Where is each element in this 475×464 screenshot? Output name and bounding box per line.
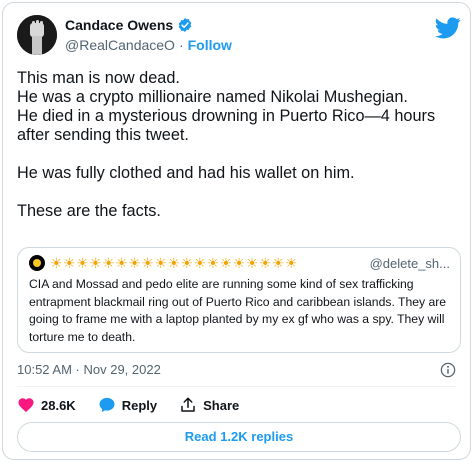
reply-bubble-icon — [99, 397, 115, 413]
tweet-timestamp[interactable]: 10:52 AM · Nov 29, 2022 — [17, 362, 161, 377]
share-button[interactable]: Share — [179, 396, 239, 414]
author-avatar[interactable] — [17, 15, 57, 55]
author-name-row: Candace Owens — [65, 17, 193, 33]
info-icon[interactable] — [440, 362, 456, 378]
author-handle-row: @RealCandaceO · Follow — [65, 37, 232, 53]
share-icon — [181, 397, 195, 412]
follow-button[interactable]: Follow — [188, 37, 232, 53]
reply-label: Reply — [121, 397, 158, 413]
reply-button[interactable]: Reply — [98, 396, 157, 414]
heart-icon — [18, 398, 34, 413]
read-replies-button[interactable]: Read 1.2K replies — [17, 422, 461, 452]
author-handle[interactable]: @RealCandaceO — [65, 37, 175, 53]
twitter-bird-icon[interactable] — [435, 17, 461, 39]
tweet-line-4: He was fully clothed and had his wallet … — [17, 164, 355, 182]
verified-badge-icon — [178, 18, 192, 32]
like-count: 28.6K — [41, 397, 76, 413]
tweet-line-1: This man is now dead. — [17, 69, 180, 87]
tweet-actions: 28.6K Reply Share — [17, 396, 261, 414]
tweet-line-2: He was a crypto millionaire named Nikola… — [17, 88, 408, 106]
tweet-line-3: He died in a mysterious drowning in Puer… — [17, 107, 436, 144]
quoted-tweet[interactable]: ☀☀☀☀☀☀☀☀☀☀☀☀☀☀☀☀☀☀☀ @delete_sh... CIA an… — [17, 247, 461, 353]
share-label: Share — [203, 397, 240, 413]
tweet-body: This man is now dead. He was a crypto mi… — [17, 69, 461, 221]
quoted-author-avatar — [29, 255, 45, 271]
tweet-card: Candace Owens @RealCandaceO · Follow Thi… — [2, 2, 471, 460]
raised-fist-icon — [17, 15, 57, 55]
author-display-name[interactable]: Candace Owens — [65, 17, 173, 33]
quoted-tweet-header: ☀☀☀☀☀☀☀☀☀☀☀☀☀☀☀☀☀☀☀ @delete_sh... — [29, 254, 450, 272]
quoted-author-name: ☀☀☀☀☀☀☀☀☀☀☀☀☀☀☀☀☀☀☀ — [50, 254, 298, 271]
tweet-header: Candace Owens @RealCandaceO · Follow — [17, 15, 461, 57]
quoted-author-handle: @delete_sh... — [369, 255, 450, 271]
divider — [17, 386, 456, 387]
tweet-line-5: These are the facts. — [17, 202, 161, 220]
handle-separator: · — [178, 37, 184, 53]
quoted-tweet-text: CIA and Mossad and pedo elite are runnin… — [29, 277, 447, 344]
like-button[interactable]: 28.6K — [17, 396, 76, 414]
